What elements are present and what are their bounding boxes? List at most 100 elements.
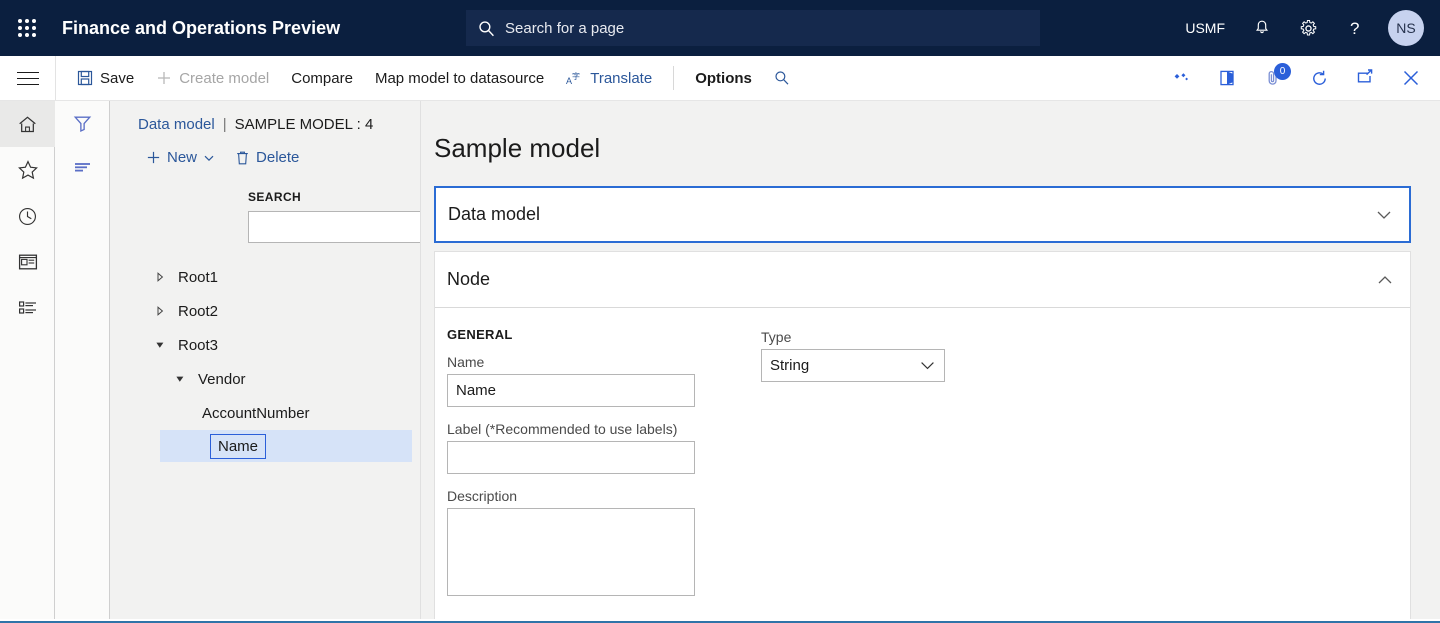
- section-title: Node: [447, 269, 490, 290]
- description-label: Description: [447, 488, 752, 504]
- plus-icon: [156, 70, 172, 86]
- nav-favorites[interactable]: [0, 147, 55, 193]
- primary-nav-rail: [0, 101, 55, 619]
- type-select[interactable]: String: [761, 349, 945, 382]
- command-divider: [673, 66, 674, 90]
- new-button[interactable]: New: [138, 143, 223, 172]
- company-selector[interactable]: USMF: [1171, 0, 1239, 56]
- section-node-header[interactable]: Node: [435, 252, 1410, 307]
- search-icon: [774, 70, 790, 86]
- map-model-label: Map model to datasource: [375, 70, 544, 87]
- save-icon: [77, 70, 93, 86]
- search-icon: [478, 20, 495, 37]
- close-icon[interactable]: [1388, 56, 1434, 100]
- app-launcher-icon[interactable]: [0, 0, 54, 56]
- settings-gear-icon[interactable]: [1285, 0, 1332, 56]
- app-title: Finance and Operations Preview: [62, 18, 340, 39]
- tree-row[interactable]: AccountNumber: [110, 396, 420, 430]
- personalize-icon[interactable]: [1158, 56, 1204, 100]
- translate-label: Translate: [590, 70, 652, 87]
- page-search-placeholder: Search for a page: [505, 20, 624, 37]
- trash-icon: [235, 150, 250, 166]
- chevron-down-icon[interactable]: [920, 361, 935, 370]
- breadcrumb-link-data-model[interactable]: Data model: [138, 116, 215, 133]
- tree-row-label: AccountNumber: [202, 405, 310, 422]
- tree-row-label: Root2: [178, 303, 218, 320]
- page-options-icon[interactable]: [1204, 56, 1250, 100]
- name-label: Name: [447, 354, 752, 370]
- command-bar: Save Create model Compare Map model to d…: [0, 56, 1440, 101]
- tree-node-name-editor[interactable]: Name: [210, 434, 266, 459]
- new-label: New: [167, 149, 197, 166]
- secondary-nav-rail: [55, 101, 110, 619]
- section-node[interactable]: Node GENERAL Name Label (*Recommended to…: [434, 251, 1411, 619]
- chevron-up-icon[interactable]: [1377, 275, 1393, 285]
- page-search-box[interactable]: Search for a page: [466, 10, 1040, 46]
- model-tree-pane: Data model | SAMPLE MODEL : 4 New Delete: [110, 101, 420, 619]
- search-input[interactable]: [248, 211, 432, 243]
- chevron-down-icon[interactable]: [172, 374, 188, 384]
- nav-modules[interactable]: [0, 285, 55, 331]
- save-label: Save: [100, 70, 134, 87]
- options-label: Options: [695, 70, 752, 87]
- tree-row[interactable]: Root3: [110, 328, 420, 362]
- options-button[interactable]: Options: [684, 56, 763, 100]
- chevron-down-icon[interactable]: [152, 340, 168, 350]
- save-button[interactable]: Save: [66, 56, 145, 100]
- tree-row-label: Vendor: [198, 371, 246, 388]
- tree-toolbar: New Delete: [110, 133, 420, 172]
- notifications-bell-icon[interactable]: [1239, 0, 1285, 56]
- delete-button[interactable]: Delete: [227, 143, 307, 172]
- breadcrumb-current: SAMPLE MODEL : 4: [235, 116, 374, 133]
- attachments-badge: 0: [1274, 63, 1291, 80]
- tree-row[interactable]: Root1: [110, 260, 420, 294]
- name-field: Name: [447, 354, 752, 407]
- chevron-right-icon[interactable]: [152, 306, 168, 316]
- navigation-menu-icon[interactable]: [0, 56, 55, 100]
- top-header: Finance and Operations Preview Search fo…: [0, 0, 1440, 56]
- compare-button[interactable]: Compare: [280, 56, 364, 100]
- filter-icon[interactable]: [55, 101, 110, 145]
- chevron-down-icon[interactable]: [1376, 210, 1392, 220]
- create-model-button[interactable]: Create model: [145, 56, 280, 100]
- tree-row[interactable]: Vendor: [110, 362, 420, 396]
- user-avatar[interactable]: NS: [1388, 10, 1424, 46]
- tree-row[interactable]: Root2: [110, 294, 420, 328]
- plus-icon: [146, 150, 161, 165]
- command-search-button[interactable]: [763, 56, 801, 100]
- label-input[interactable]: [447, 441, 695, 474]
- main-content: Sample model Data model Node GENERAL: [421, 101, 1440, 619]
- general-field-group: GENERAL Name Label (*Recommended to use …: [447, 327, 752, 615]
- type-select-value: String: [770, 357, 809, 374]
- map-model-to-datasource-button[interactable]: Map model to datasource: [364, 56, 555, 100]
- refresh-icon[interactable]: [1296, 56, 1342, 100]
- translate-button[interactable]: A字 Translate: [555, 56, 663, 100]
- nav-recent[interactable]: [0, 193, 55, 239]
- header-actions: USMF ? NS: [1171, 0, 1440, 56]
- description-textarea[interactable]: [447, 508, 695, 596]
- type-select-wrap: String: [761, 349, 945, 382]
- nav-home[interactable]: [0, 101, 55, 147]
- chevron-down-icon: [203, 152, 215, 164]
- help-icon[interactable]: ?: [1332, 0, 1378, 56]
- attachments-icon[interactable]: 0: [1250, 56, 1296, 100]
- name-input[interactable]: [447, 374, 695, 407]
- tree-row-selected[interactable]: Name: [160, 430, 412, 462]
- type-label: Type: [761, 329, 945, 345]
- nav-workspaces[interactable]: [0, 239, 55, 285]
- tree-row-label: Root1: [178, 269, 218, 286]
- translate-icon: A字: [566, 70, 583, 86]
- general-group-label: GENERAL: [447, 327, 752, 342]
- chevron-right-icon[interactable]: [152, 272, 168, 282]
- open-in-new-window-icon[interactable]: [1342, 56, 1388, 100]
- section-data-model[interactable]: Data model: [434, 186, 1411, 243]
- svg-text:?: ?: [1350, 19, 1359, 38]
- app-window: Finance and Operations Preview Search fo…: [0, 0, 1440, 623]
- breadcrumb-separator: |: [223, 116, 227, 133]
- search-row: [110, 210, 420, 244]
- delete-label: Delete: [256, 149, 299, 166]
- list-view-icon[interactable]: [55, 145, 110, 189]
- command-bar-buttons: Save Create model Compare Map model to d…: [56, 56, 801, 100]
- model-tree: Root1 Root2 Root3 Vendor: [110, 260, 420, 462]
- section-data-model-header[interactable]: Data model: [436, 188, 1409, 241]
